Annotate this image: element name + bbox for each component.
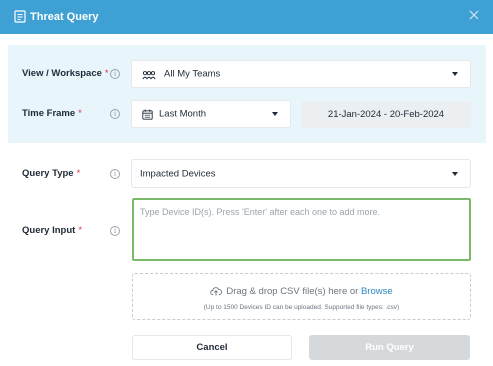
workspace-select[interactable]: All My Teams — [131, 60, 471, 88]
info-icon[interactable]: i — [110, 109, 120, 119]
info-icon[interactable]: i — [110, 169, 120, 179]
time-frame-label: Time Frame * — [22, 108, 82, 119]
cancel-button[interactable]: Cancel — [132, 335, 292, 360]
query-type-value: Impacted Devices — [140, 168, 216, 179]
chevron-down-icon — [452, 72, 458, 76]
team-icon — [142, 71, 156, 80]
list-document-icon — [14, 10, 26, 23]
browse-link[interactable]: Browse — [361, 286, 393, 297]
info-icon[interactable]: i — [110, 226, 120, 236]
cloud-upload-icon — [210, 287, 223, 296]
query-type-label: Query Type * — [22, 168, 81, 179]
calendar-icon — [142, 109, 153, 120]
device-id-input[interactable] — [132, 198, 471, 261]
time-frame-value: Last Month — [159, 108, 206, 120]
time-frame-select[interactable]: Last Month — [131, 100, 291, 128]
query-type-select[interactable]: Impacted Devices — [131, 159, 471, 188]
chevron-down-icon — [272, 112, 278, 116]
dialog-title: Threat Query — [30, 11, 99, 23]
close-icon[interactable] — [468, 9, 480, 21]
chevron-down-icon — [452, 171, 458, 176]
dropzone-hint: (Up to 1500 Devices ID can be uploaded. … — [203, 304, 400, 311]
info-icon[interactable]: i — [110, 69, 120, 79]
required-asterisk: * — [78, 225, 83, 236]
date-range-display: 21-Jan-2024 - 20-Feb-2024 — [301, 101, 471, 128]
run-query-button[interactable]: Run Query — [309, 335, 470, 360]
query-input-label: Query Input * — [22, 225, 83, 236]
required-asterisk: * — [76, 168, 81, 179]
dropzone-prompt: Drag & drop CSV file(s) here or — [226, 286, 359, 297]
workspace-label: View / Workspace * — [22, 68, 109, 79]
required-asterisk: * — [78, 108, 82, 119]
workspace-value: All My Teams — [164, 68, 221, 80]
csv-dropzone[interactable]: Drag & drop CSV file(s) here or Browse (… — [132, 273, 471, 320]
required-asterisk: * — [104, 68, 109, 79]
dialog-header: Threat Query — [0, 0, 493, 34]
